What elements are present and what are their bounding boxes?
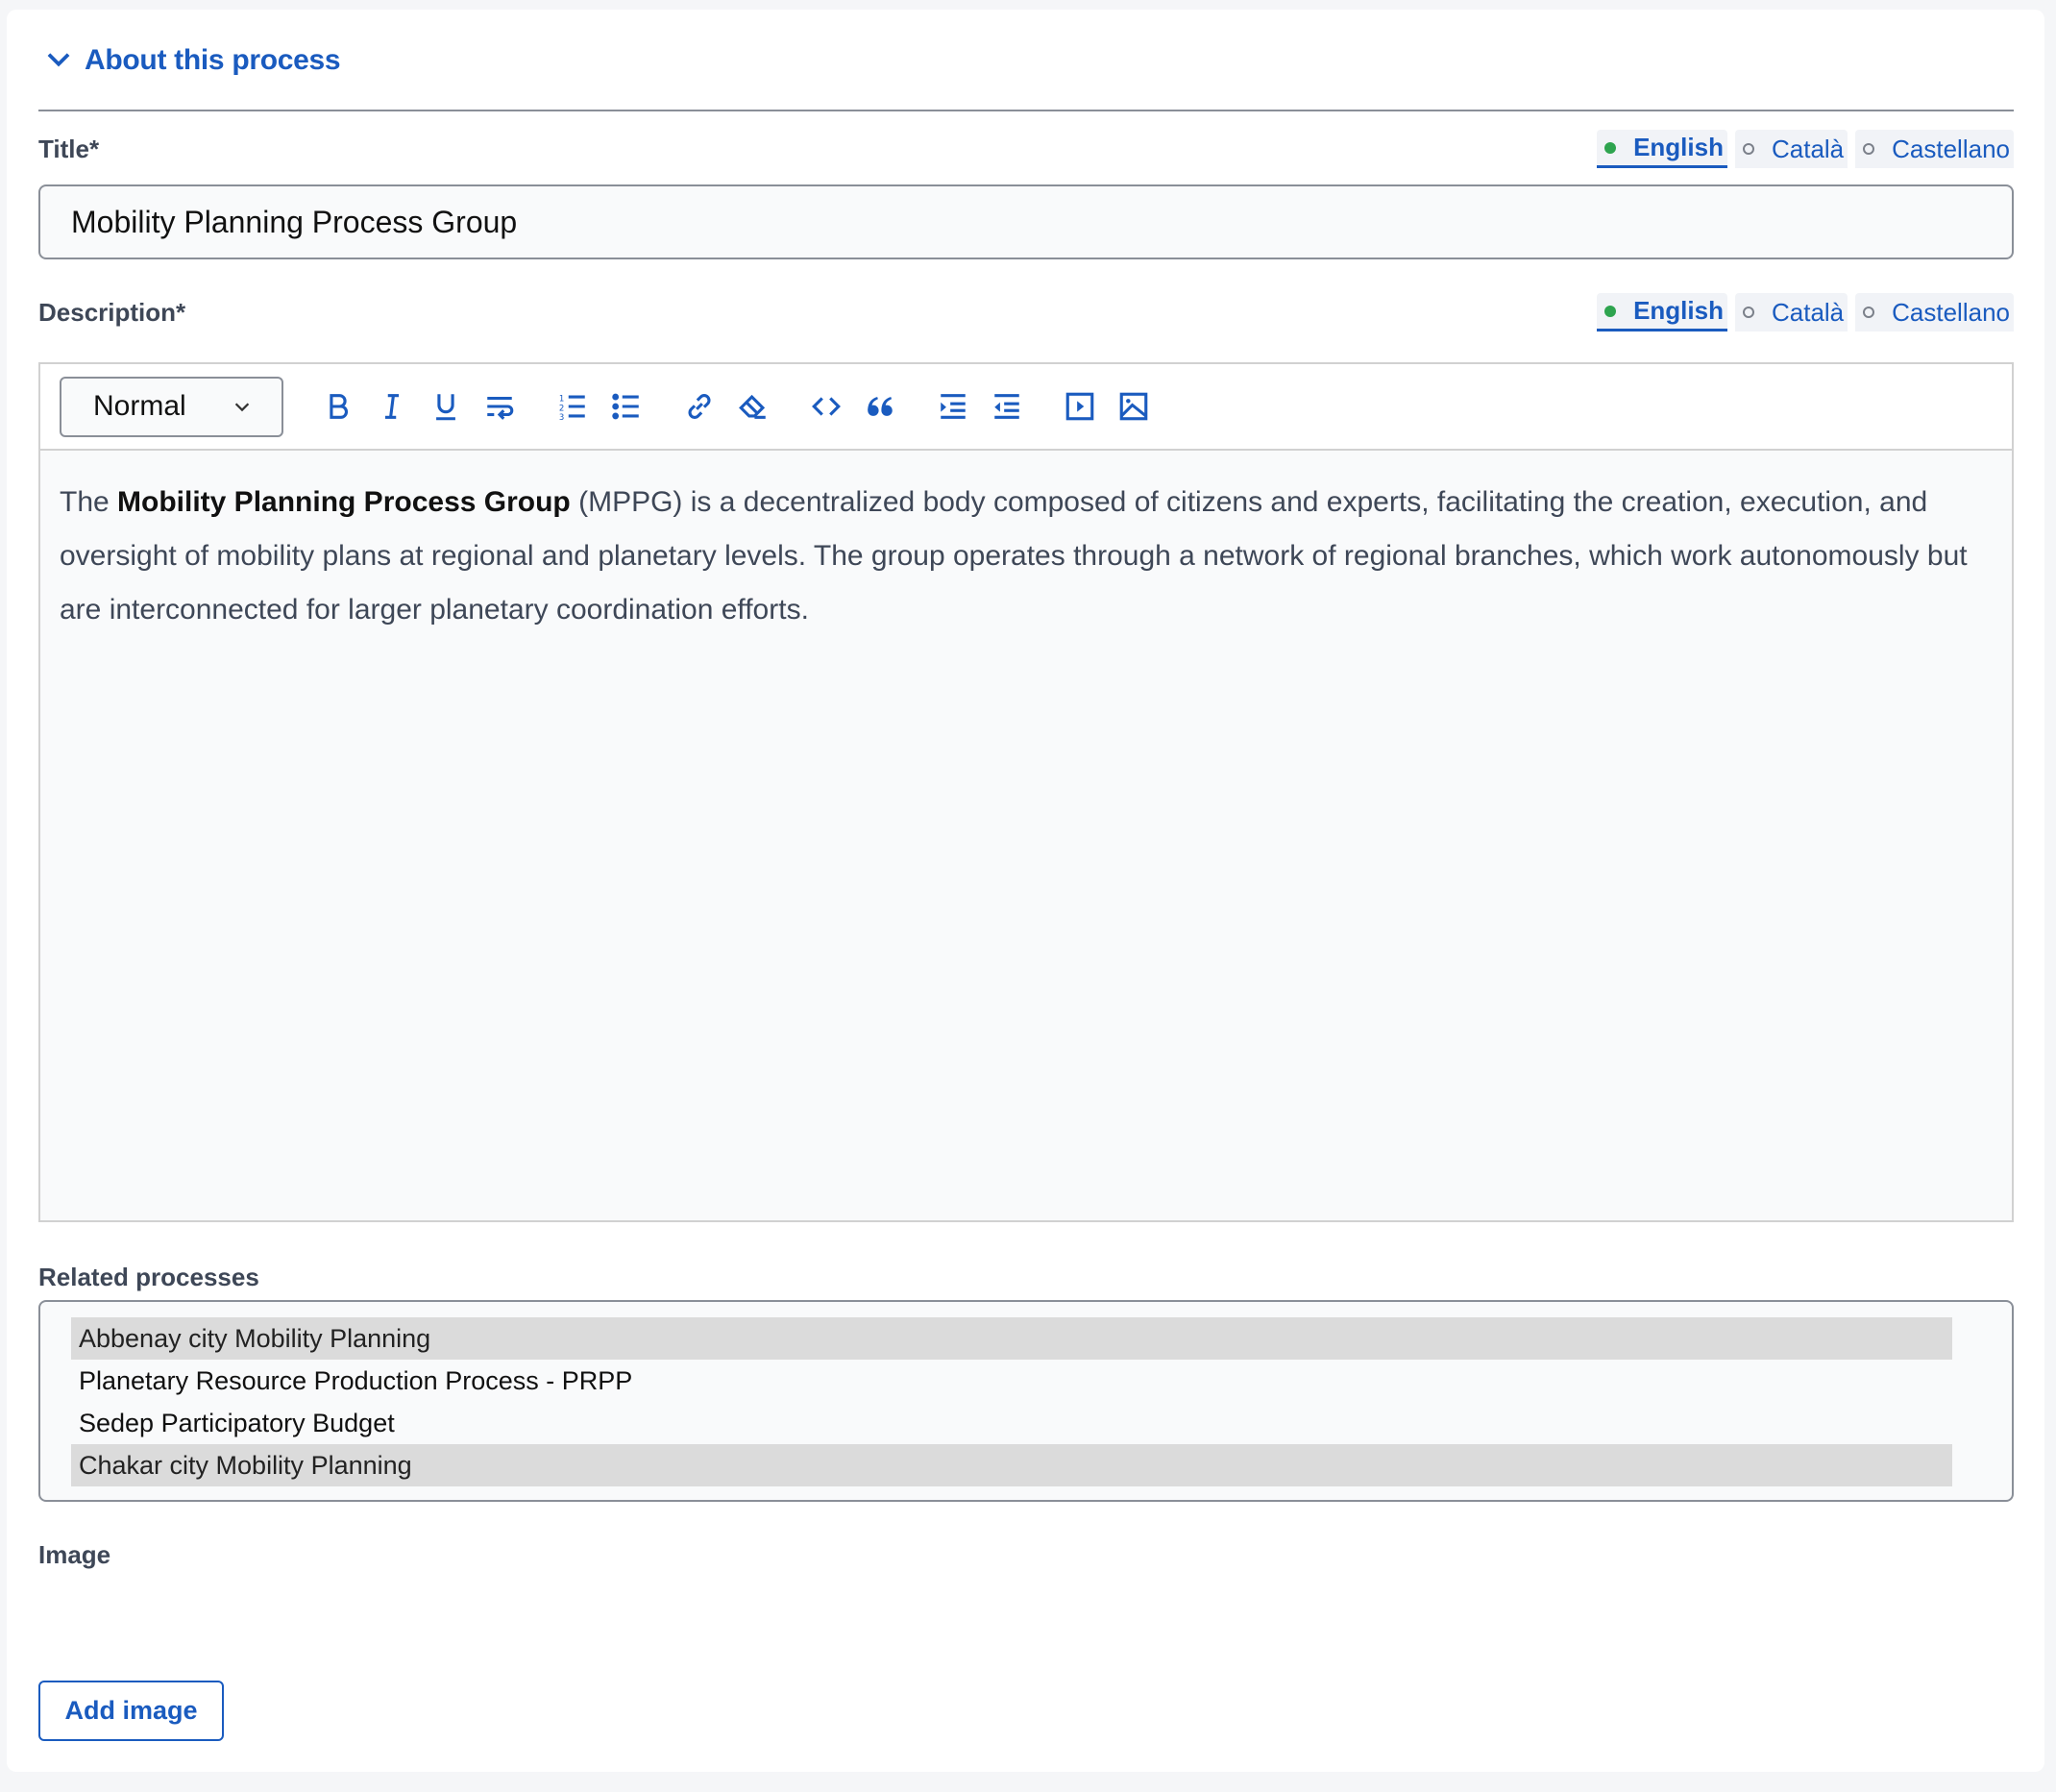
svg-text:1: 1: [559, 394, 564, 404]
italic-button[interactable]: [376, 389, 408, 424]
lang-label: Castellano: [1892, 297, 2010, 327]
toolbar-group-lists: 123: [556, 389, 643, 424]
section-divider: [38, 110, 2014, 111]
editor-toolbar: Normal 123: [40, 364, 2012, 451]
bullet-list-icon: [612, 393, 639, 420]
related-processes-multiselect[interactable]: Abbenay city Mobility Planning Planetary…: [38, 1300, 2014, 1502]
image-label: Image: [38, 1540, 111, 1569]
lang-label: English: [1633, 133, 1724, 161]
description-bold-text: Mobility Planning Process Group: [117, 486, 571, 518]
image-icon: [1119, 392, 1148, 421]
bold-icon: [330, 394, 348, 419]
translation-filled-icon: [1604, 305, 1617, 317]
translation-empty-icon: [1863, 307, 1875, 318]
code-icon: [812, 397, 841, 416]
lang-label: Català: [1771, 297, 1845, 327]
related-processes-label: Related processes: [38, 1263, 259, 1291]
description-lang-tab-english[interactable]: English: [1597, 293, 1727, 331]
toolbar-group-blocks: [810, 389, 896, 424]
editor-content[interactable]: The Mobility Planning Process Group (MPP…: [40, 451, 2012, 637]
ordered-list-button[interactable]: 123: [556, 389, 589, 424]
bold-button[interactable]: [322, 389, 355, 424]
lang-label: Català: [1771, 134, 1845, 163]
chevron-down-icon: [47, 53, 70, 67]
rich-text-editor: Normal 123 The Mobility Planning Process…: [38, 362, 2014, 1222]
lang-label: English: [1633, 296, 1724, 325]
italic-icon: [384, 394, 400, 419]
video-button[interactable]: [1064, 389, 1096, 424]
description-language-tabs: English Català Castellano: [1597, 293, 2014, 331]
indent-button[interactable]: [937, 389, 969, 424]
ordered-list-icon: 123: [559, 394, 585, 423]
description-lang-tab-castellano[interactable]: Castellano: [1855, 293, 2014, 331]
about-process-toggle[interactable]: About this process: [44, 44, 341, 77]
outdent-button[interactable]: [991, 389, 1023, 424]
chevron-down-icon: [234, 403, 250, 412]
description-text: The: [60, 486, 118, 518]
translation-empty-icon: [1863, 143, 1875, 155]
title-language-tabs: English Català Castellano: [1597, 130, 2014, 168]
hard-break-icon: [487, 396, 514, 420]
title-lang-tab-catala[interactable]: Català: [1734, 130, 1848, 168]
link-button[interactable]: [683, 389, 716, 424]
translation-empty-icon: [1742, 143, 1754, 155]
code-block-button[interactable]: [810, 389, 843, 424]
related-process-option[interactable]: Sedep Participatory Budget: [71, 1402, 1952, 1444]
related-process-option[interactable]: Planetary Resource Production Process - …: [71, 1360, 1952, 1402]
text-format-select[interactable]: Normal: [60, 376, 283, 437]
svg-text:2: 2: [559, 404, 564, 413]
title-lang-tab-castellano[interactable]: Castellano: [1855, 130, 2014, 168]
svg-text:3: 3: [559, 413, 564, 423]
video-icon: [1065, 392, 1094, 421]
section-title: About this process: [85, 44, 341, 76]
link-icon: [688, 394, 711, 419]
blockquote-button[interactable]: [864, 389, 896, 424]
image-button[interactable]: [1117, 389, 1150, 424]
quote-icon: [868, 397, 893, 416]
related-process-option[interactable]: Abbenay city Mobility Planning: [71, 1317, 1952, 1360]
outdent-icon: [994, 394, 1019, 419]
lang-label: Castellano: [1892, 134, 2010, 163]
title-label: Title*: [38, 135, 100, 163]
toolbar-group-link: [683, 389, 770, 424]
toolbar-group-media: [1064, 389, 1150, 424]
title-input[interactable]: Mobility Planning Process Group: [38, 184, 2014, 259]
bullet-list-button[interactable]: [610, 389, 643, 424]
title-lang-tab-english[interactable]: English: [1597, 130, 1727, 168]
description-lang-tab-catala[interactable]: Català: [1734, 293, 1848, 331]
related-process-option[interactable]: Chakar city Mobility Planning: [71, 1444, 1952, 1486]
toolbar-group-text-style: [322, 389, 516, 424]
translation-filled-icon: [1604, 141, 1617, 154]
underline-button[interactable]: [429, 389, 462, 424]
underline-icon: [436, 394, 455, 421]
indent-icon: [941, 394, 966, 419]
add-image-button[interactable]: Add image: [38, 1681, 224, 1741]
translation-empty-icon: [1742, 307, 1754, 318]
eraser-icon: [739, 394, 766, 419]
hard-break-button[interactable]: [483, 389, 516, 424]
description-label: Description*: [38, 298, 186, 327]
clear-formatting-button[interactable]: [737, 389, 770, 424]
format-select-value: Normal: [93, 390, 186, 422]
toolbar-group-indent: [937, 389, 1023, 424]
